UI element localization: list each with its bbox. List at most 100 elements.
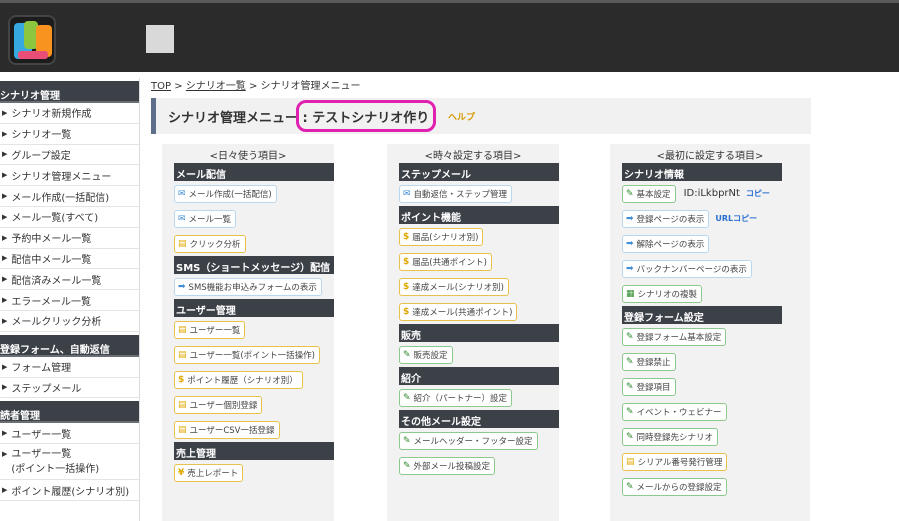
section-header: SMS（ショートメッセージ）配信 [174,256,334,274]
menu-button-label: 届品(シナリオ別) [412,232,479,243]
sidebar-item-label: 配信済みメール一覧 [11,275,102,287]
section-header: ポイント機能 [399,206,559,224]
help-link[interactable]: ヘルプ [448,110,475,123]
menu-button[interactable]: ➡ 解除ページの表示 [622,234,710,253]
triangle-right-icon: ▶ [2,192,8,201]
menu-button-label: ユーザーCSV一括登録 [189,425,275,436]
scenario-id: ID:iLkbprNt [683,188,740,199]
sidebar-item[interactable]: ▶ 予約中メール一覧 [0,228,139,249]
copy-link[interactable]: コピー [746,188,770,199]
triangle-right-icon: ▶ [2,486,8,495]
menu-button[interactable]: ✎ 登録禁止 [622,352,676,371]
menu-button[interactable]: ▦ シナリオの複製 [622,284,703,303]
menu-button-label: メールからの登録設定 [636,482,722,493]
button-row: ✎ 外部メール投稿設定 [387,453,559,478]
sidebar-item[interactable]: ▶ ステップメール [0,378,139,399]
menu-button[interactable]: ✉ メール一覧 [174,209,237,228]
menu-button[interactable]: ¥ 売上レポート [174,463,244,482]
pen-icon: ✎ [626,406,634,417]
button-row: ➡ SMS機能お申込みフォームの表示 [162,274,334,299]
sidebar-item[interactable]: ▶ メールクリック分析 [0,311,139,332]
button-row: ➡ 解除ページの表示 [610,231,810,256]
menu-button-label: 同時登録先シナリオ [636,432,714,443]
sidebar-item[interactable]: ▶ グループ設定 [0,145,139,166]
menu-button[interactable]: ▤ ユーザー一覧 [174,320,246,339]
top-bar [0,0,899,72]
menu-button[interactable]: ▤ シリアル番号発行管理 [622,452,728,471]
menu-button[interactable]: ✎ 外部メール投稿設定 [399,456,496,475]
menu-button-label: 達成メール(共通ポイント) [412,307,513,318]
breadcrumb-list-link[interactable]: シナリオ一覧 [186,81,246,92]
triangle-right-icon: ▶ [2,450,8,459]
menu-button[interactable]: ▤ ユーザー個別登録 [174,395,263,414]
sidebar-item[interactable]: ▶ ユーザー一覧 [0,423,139,445]
sidebar-item[interactable]: ▶ フォーム管理 [0,357,139,378]
sidebar-item-label: フォーム管理 [11,363,72,375]
button-row: $ 届品(シナリオ別) [387,224,559,249]
doc-icon: ▦ [626,288,635,299]
sidebar-item[interactable]: ▶ シナリオ新規作成 [0,103,139,124]
button-row: ✎ 基本設定 ID:iLkbprNt コピー [610,181,810,206]
breadcrumb-top-link[interactable]: TOP [151,81,171,92]
menu-button[interactable]: ✉ メール作成(一括配信) [174,184,277,203]
triangle-right-icon: ▶ [2,254,8,263]
triangle-right-icon: ▶ [2,171,8,180]
column-occasional: <時々設定する項目> ステップメール ✉ 自動返信・ステップ管理 ポイント機能 $ 届品(シ… [387,144,559,521]
menu-button[interactable]: ✎ 紹介（パートナー）設定 [399,388,513,407]
pen-icon: ✎ [626,381,634,392]
menu-button-label: 自動返信・ステップ管理 [413,189,508,200]
menu-button[interactable]: ✎ 販売設定 [399,345,453,364]
button-row: ✎ 紹介（パートナー）設定 [387,385,559,410]
menu-button[interactable]: ✎ イベント・ウェビナー [622,402,727,421]
sidebar-item[interactable]: ▶ 配信済みメール一覧 [0,269,139,291]
copy-link[interactable]: URLコピー [715,213,757,224]
pen-icon: ✎ [403,460,411,471]
sidebar-item[interactable]: ▶ エラーメール一覧 [0,290,139,311]
menu-button[interactable]: ✎ 登録フォーム基本設定 [622,327,727,346]
menu-button[interactable]: ▤ ユーザー一覧(ポイント一括操作) [174,345,320,364]
sidebar-item[interactable]: ▶ シナリオ管理メニュー [0,165,139,187]
menu-button[interactable]: ✎ 同時登録先シナリオ [622,427,719,446]
dollar-icon: $ [403,256,410,267]
sidebar-item[interactable]: ▶ ポイント履歴(シナリオ別) [0,480,139,501]
sidebar-section-title: シナリオ管理 [0,81,139,103]
sidebar-item[interactable]: ▶ シナリオ一覧 [0,124,139,145]
menu-button[interactable]: $ 届品(共通ポイント) [399,252,492,271]
column-initial: <最初に設定する項目> シナリオ情報 ✎ 基本設定 ID:iLkbprNt コピー ➡ 登録ペ… [610,144,810,521]
menu-button[interactable]: ✎ メールからの登録設定 [622,477,727,496]
menu-button[interactable]: $ 達成メール(共通ポイント) [399,302,518,321]
menu-button[interactable]: $ 達成メール(シナリオ別) [399,277,509,296]
menu-button-label: 登録ページの表示 [636,214,705,225]
sidebar-item[interactable]: ▶ 配信中メール一覧 [0,249,139,270]
menu-button-label: シナリオの複製 [637,289,698,300]
menu-button[interactable]: $ ポイント履歴（シナリオ別） [174,370,303,389]
breadcrumb-separator: > [248,81,258,92]
menu-button[interactable]: ✉ 自動返信・ステップ管理 [399,184,513,203]
menu-button-label: メール一覧 [188,214,232,225]
sidebar-item[interactable]: ▶ ユーザー一覧 (ポイント一括操作) [0,444,139,481]
breadcrumb-separator: > [174,81,183,92]
menu-button[interactable]: ➡ 登録ページの表示 [622,209,710,228]
menu-button[interactable]: ▤ ユーザーCSV一括登録 [174,420,280,439]
sidebar-item-label: シナリオ一覧 [11,130,72,142]
menu-button[interactable]: $ 届品(シナリオ別) [399,227,484,246]
sidebar-item-label: グループ設定 [11,150,71,162]
sidebar-item-label: 配信中メール一覧 [11,254,92,266]
menu-button[interactable]: ➡ SMS機能お申込みフォームの表示 [174,277,322,296]
triangle-right-icon: ▶ [2,129,8,138]
sidebar-item[interactable]: ▶ メール作成(一括配信) [0,186,139,207]
menu-button[interactable]: ✎ 基本設定 [622,184,676,203]
highlight-annotation [296,100,436,132]
button-row: $ 達成メール(シナリオ別) [387,274,559,299]
sidebar-item[interactable]: ▶ メール一覧(すべて) [0,207,139,228]
pen-icon: ✎ [626,431,634,442]
app-logo-icon[interactable] [8,15,56,65]
menu-button[interactable]: ▤ クリック分析 [174,234,246,253]
sidebar-item-label: ユーザー一覧 (ポイント一括操作) [11,449,100,476]
pen-icon: ✎ [403,435,411,446]
menu-button[interactable]: ✎ メールヘッダー・フッター設定 [399,431,538,450]
menu-button[interactable]: ➡ バックナンバーページの表示 [622,259,752,278]
menu-button[interactable]: ✎ 登録項目 [622,377,676,396]
button-row: $ 達成メール(共通ポイント) [387,299,559,324]
triangle-right-icon: ▶ [2,316,8,325]
